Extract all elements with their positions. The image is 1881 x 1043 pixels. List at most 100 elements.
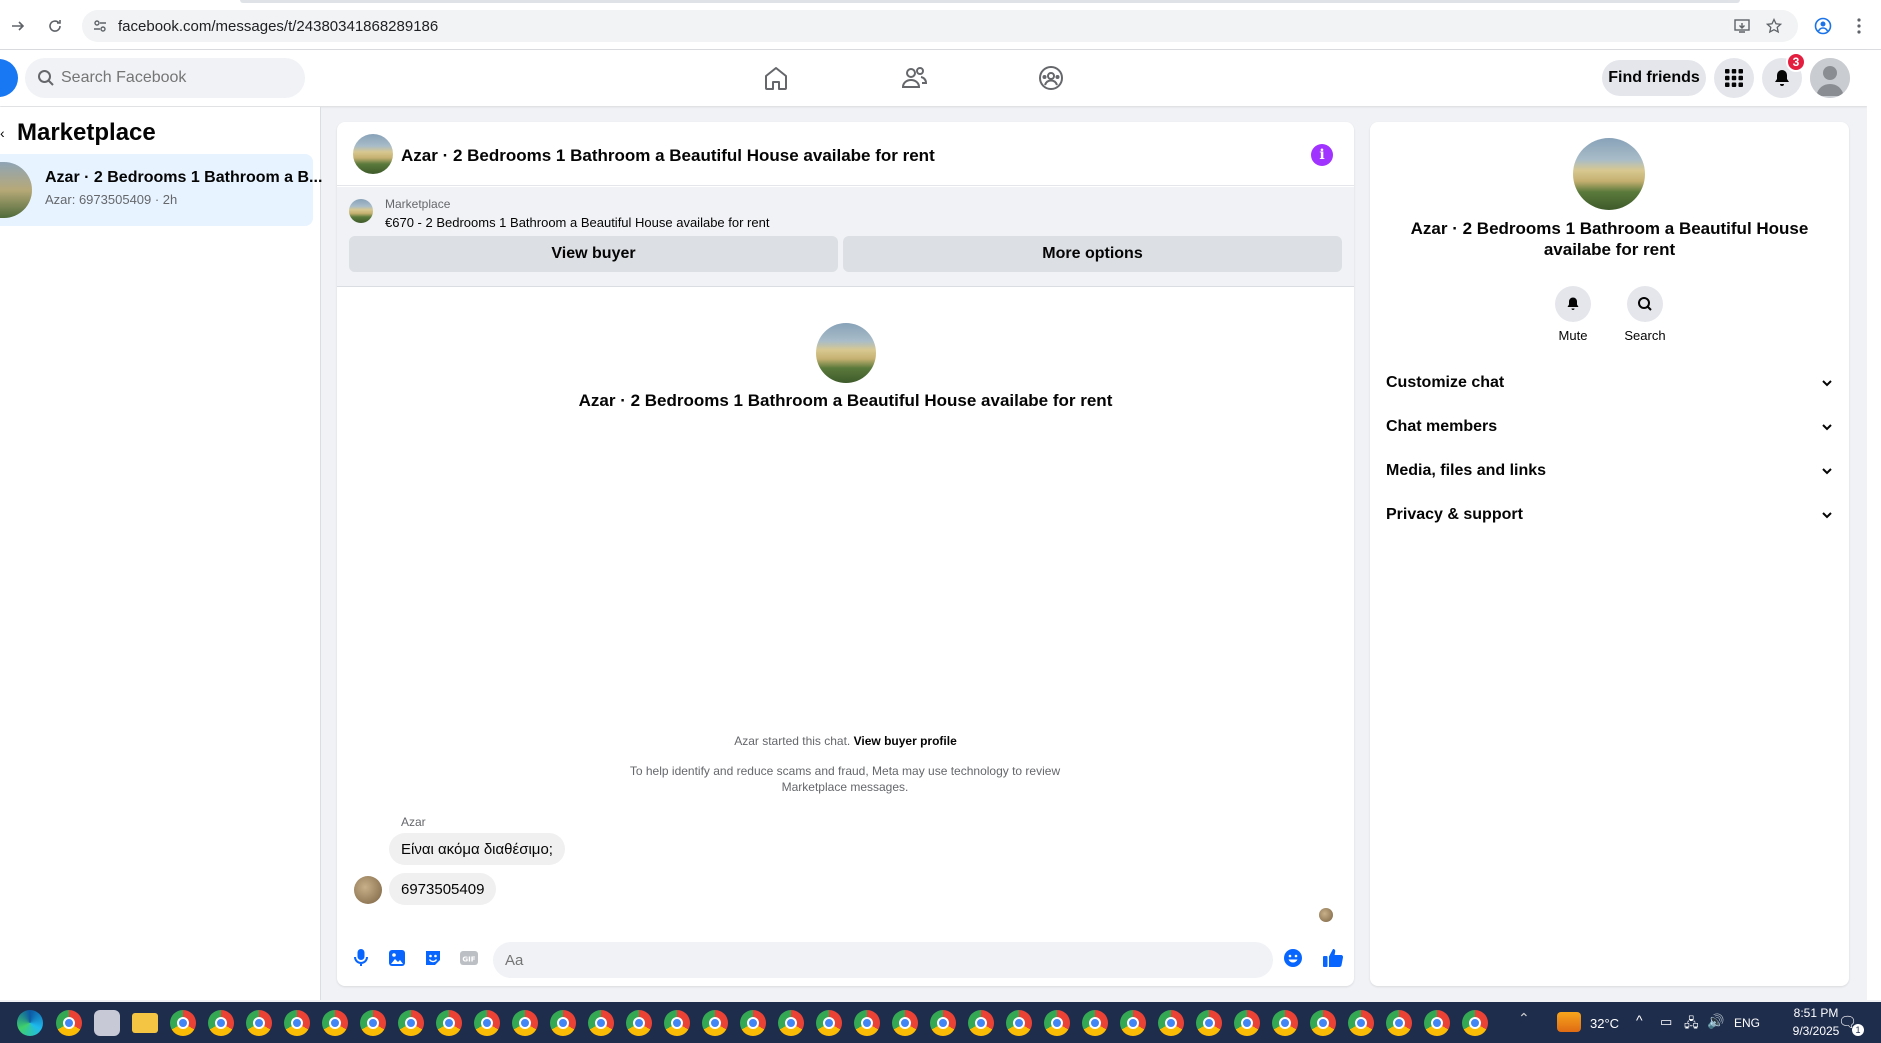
facebook-logo-icon[interactable] xyxy=(0,59,18,97)
browser-menu-icon[interactable] xyxy=(1846,13,1872,39)
message-input[interactable] xyxy=(505,942,1225,978)
chrome-window-icon[interactable] xyxy=(208,1010,234,1036)
chrome-window-icon[interactable] xyxy=(588,1010,614,1036)
chrome-window-icon[interactable] xyxy=(1120,1010,1146,1036)
chrome-window-icon[interactable] xyxy=(664,1010,690,1036)
page-scrollbar[interactable] xyxy=(1867,50,1881,1000)
back-arrow-icon[interactable]: ‹ xyxy=(0,125,5,141)
chrome-window-icon[interactable] xyxy=(702,1010,728,1036)
chrome-window-icon[interactable] xyxy=(1424,1010,1450,1036)
find-friends-button[interactable]: Find friends xyxy=(1602,60,1706,96)
chrome-window-icon[interactable] xyxy=(322,1010,348,1036)
clock-date[interactable]: 9/3/2025 xyxy=(1786,1024,1846,1038)
search-action[interactable]: Search xyxy=(1615,286,1675,343)
network-icon[interactable]: 🖧 xyxy=(1684,1014,1699,1036)
search-box[interactable] xyxy=(25,58,305,98)
chrome-window-icon[interactable] xyxy=(246,1010,272,1036)
friends-icon[interactable] xyxy=(896,60,932,96)
view-buyer-button[interactable]: View buyer xyxy=(349,236,838,272)
chrome-window-icon[interactable] xyxy=(778,1010,804,1036)
microphone-icon[interactable] xyxy=(349,946,373,970)
forward-icon[interactable] xyxy=(5,13,31,39)
media-files-links-row[interactable]: Media, files and links xyxy=(1386,449,1833,493)
chrome-window-icon[interactable] xyxy=(892,1010,918,1036)
conversation-item[interactable]: Azar · 2 Bedrooms 1 Bathroom a B... Azar… xyxy=(0,154,322,226)
chrome-window-icon[interactable] xyxy=(1158,1010,1184,1036)
chrome-window-icon[interactable] xyxy=(930,1010,956,1036)
message-bubble[interactable]: 6973505409 xyxy=(389,873,497,905)
chrome-window-icon[interactable] xyxy=(1310,1010,1336,1036)
more-options-button[interactable]: More options xyxy=(843,236,1342,272)
browser-profile-icon[interactable] xyxy=(1810,13,1836,39)
chrome-window-icon[interactable] xyxy=(550,1010,576,1036)
chrome-window-icon[interactable] xyxy=(284,1010,310,1036)
chat-avatar[interactable] xyxy=(353,134,393,174)
chrome-window-icon[interactable] xyxy=(854,1010,880,1036)
mute-action[interactable]: Mute xyxy=(1543,286,1603,343)
sticker-icon[interactable] xyxy=(421,946,445,970)
address-bar[interactable]: facebook.com/messages/t/2438034186828918… xyxy=(82,10,1798,42)
message-input-box[interactable] xyxy=(493,942,1273,978)
chrome-window-icon[interactable] xyxy=(1348,1010,1374,1036)
chrome-window-icon[interactable] xyxy=(1386,1010,1412,1036)
chrome-window-icon[interactable] xyxy=(740,1010,766,1036)
emoji-icon[interactable] xyxy=(1281,946,1305,970)
message-bubble[interactable]: Είναι ακόμα διαθέσιμο; xyxy=(389,833,565,865)
edge-browser-icon[interactable] xyxy=(17,1010,43,1036)
show-hidden-icons-icon[interactable]: ^ xyxy=(1636,1012,1643,1028)
details-avatar[interactable] xyxy=(1573,138,1645,210)
sender-avatar[interactable] xyxy=(354,876,382,904)
chrome-window-icon[interactable] xyxy=(398,1010,424,1036)
like-thumbs-up-icon[interactable] xyxy=(1321,946,1345,970)
chrome-window-icon[interactable] xyxy=(1196,1010,1222,1036)
view-buyer-profile-link[interactable]: View buyer profile xyxy=(854,734,957,748)
groups-icon[interactable] xyxy=(1033,60,1069,96)
clock-time[interactable]: 8:51 PM xyxy=(1786,1006,1846,1020)
chrome-window-icon[interactable] xyxy=(170,1010,196,1036)
chrome-window-icon[interactable] xyxy=(968,1010,994,1036)
chrome-window-icon[interactable] xyxy=(1234,1010,1260,1036)
reload-icon[interactable] xyxy=(42,13,68,39)
install-app-icon[interactable] xyxy=(1732,16,1752,36)
chrome-window-icon[interactable] xyxy=(1082,1010,1108,1036)
home-icon[interactable] xyxy=(758,60,794,96)
site-info-icon[interactable] xyxy=(90,16,110,36)
chrome-window-icon[interactable] xyxy=(816,1010,842,1036)
file-explorer-icon[interactable] xyxy=(132,1013,158,1033)
meet-now-icon[interactable]: ▭ xyxy=(1660,1014,1672,1030)
chrome-window-icon[interactable] xyxy=(436,1010,462,1036)
privacy-support-row[interactable]: Privacy & support xyxy=(1386,493,1833,537)
search-icon[interactable] xyxy=(1627,286,1663,322)
temperature-text[interactable]: 32°C xyxy=(1590,1016,1619,1031)
bell-icon[interactable] xyxy=(1555,286,1591,322)
bookmark-star-icon[interactable] xyxy=(1764,16,1784,36)
chat-title[interactable]: Azar · 2 Bedrooms 1 Bathroom a Beautiful… xyxy=(401,146,935,166)
chrome-icon[interactable] xyxy=(56,1010,82,1036)
chrome-window-icon[interactable] xyxy=(1006,1010,1032,1036)
gif-icon[interactable]: GIF xyxy=(457,946,481,970)
listing-thumbnail[interactable] xyxy=(349,199,373,223)
url-text[interactable]: facebook.com/messages/t/2438034186828918… xyxy=(118,18,438,35)
listing-title[interactable]: €670 - 2 Bedrooms 1 Bathroom a Beautiful… xyxy=(385,215,769,230)
chrome-window-icon[interactable] xyxy=(360,1010,386,1036)
chevron-down-icon xyxy=(1822,424,1832,431)
chrome-window-icon[interactable] xyxy=(1272,1010,1298,1036)
chrome-window-icon[interactable] xyxy=(1462,1010,1488,1036)
search-input[interactable] xyxy=(61,58,291,98)
chrome-window-icon[interactable] xyxy=(512,1010,538,1036)
menu-grid-icon[interactable] xyxy=(1714,58,1754,98)
info-icon[interactable]: i xyxy=(1311,144,1333,166)
account-avatar[interactable] xyxy=(1810,58,1850,98)
chrome-window-icon[interactable] xyxy=(1044,1010,1070,1036)
language-indicator[interactable]: ENG xyxy=(1734,1016,1760,1030)
photo-icon[interactable] xyxy=(385,946,409,970)
paint-app-icon[interactable] xyxy=(94,1010,120,1036)
center-chat-avatar[interactable] xyxy=(816,323,876,383)
chrome-window-icon[interactable] xyxy=(474,1010,500,1036)
customize-chat-row[interactable]: Customize chat xyxy=(1386,361,1833,405)
taskbar-scroll-arrows-icon[interactable]: ⌃ xyxy=(1518,1010,1530,1027)
chat-members-row[interactable]: Chat members xyxy=(1386,405,1833,449)
volume-icon[interactable]: 🔊 xyxy=(1707,1013,1724,1030)
chrome-window-icon[interactable] xyxy=(626,1010,652,1036)
weather-icon[interactable] xyxy=(1557,1012,1581,1032)
